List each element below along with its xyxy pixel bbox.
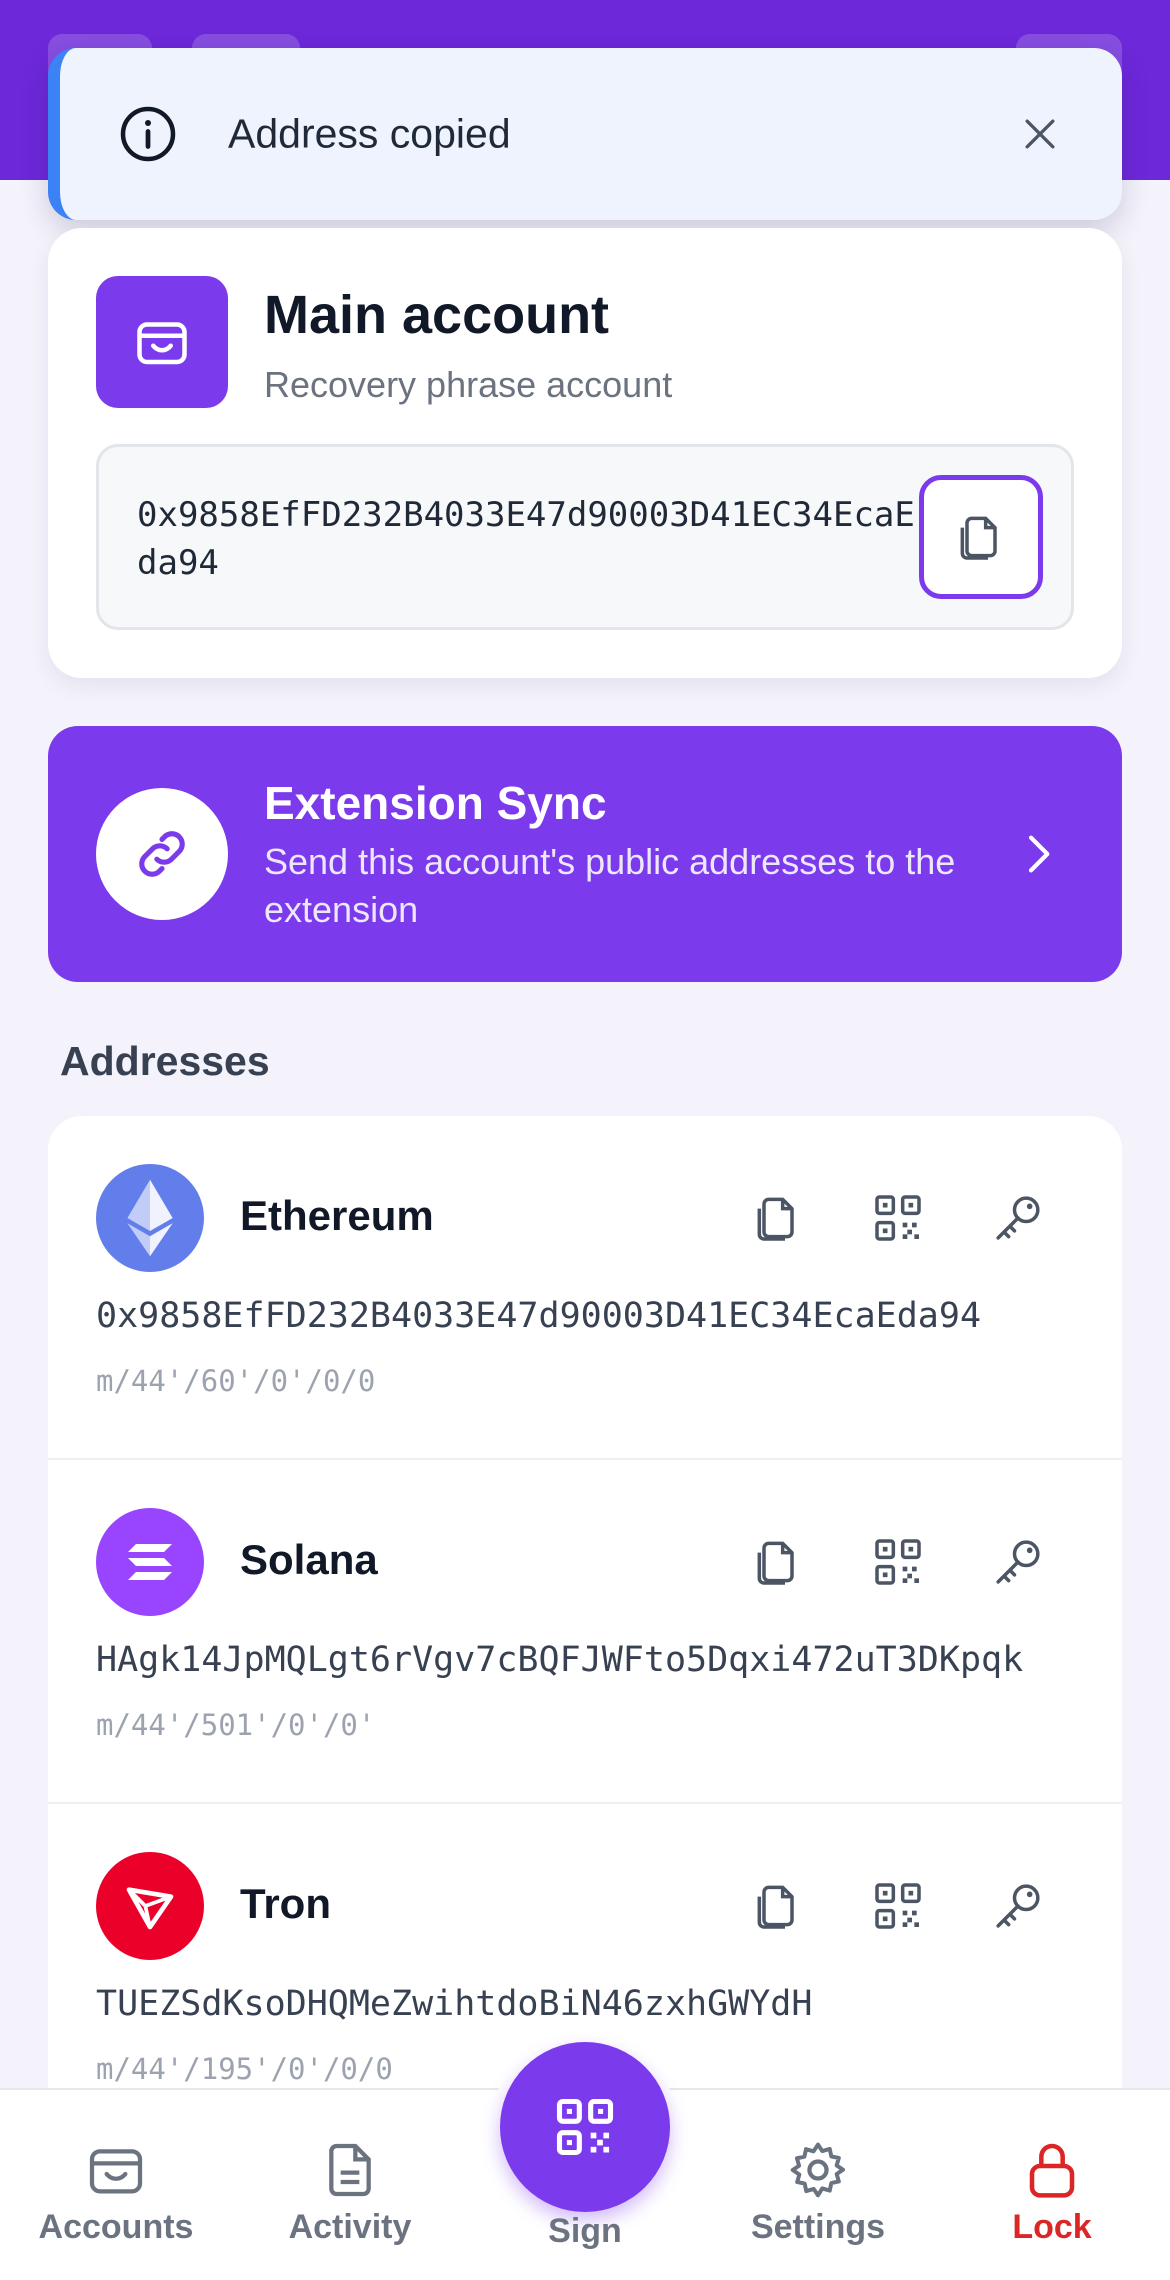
sync-icon-circle [96, 788, 228, 920]
lock-icon [1029, 2143, 1075, 2198]
account-address-box: 0x9858EfFD232B4033E47d90003D41EC34EcaEda… [96, 444, 1074, 630]
nav-settings[interactable]: Settings [718, 2090, 918, 2280]
qr-code-icon[interactable] [870, 1878, 926, 1934]
address-row-ethereum: Ethereum 0x9858EfFD232B4033E47d90003D41E… [48, 1116, 1122, 1460]
wallet-icon [137, 322, 187, 365]
wallet-icon [89, 2149, 143, 2194]
addresses-section-title: Addresses [60, 1038, 270, 1084]
key-icon[interactable] [990, 1190, 1046, 1246]
ethereum-icon [96, 1164, 204, 1272]
copy-icon [960, 516, 997, 560]
account-card: Main account Recovery phrase account 0x9… [48, 228, 1122, 678]
nav-settings-label: Settings [750, 2208, 886, 2246]
nav-activity-label: Activity [288, 2208, 412, 2246]
sign-button[interactable] [500, 2042, 670, 2212]
qr-code-icon[interactable] [870, 1190, 926, 1246]
toast-message: Address copied [228, 110, 511, 157]
account-name: Main account [264, 285, 610, 345]
solana-icon [96, 1508, 204, 1616]
nav-lock-label: Lock [1012, 2208, 1092, 2246]
sync-title: Extension Sync [264, 777, 607, 829]
app-screen: Address copied Main account Recovery phr… [0, 0, 1170, 2280]
gear-icon [790, 2142, 846, 2198]
toast-notification: Address copied [48, 48, 1122, 220]
copy-icon[interactable] [750, 1534, 806, 1590]
nav-accounts-label: Accounts [38, 2208, 194, 2246]
address-value: 0x9858EfFD232B4033E47d90003D41EC34EcaEda… [96, 1296, 982, 1336]
sync-description: Send this account's public addresses to … [264, 841, 956, 930]
qr-code-icon[interactable] [870, 1534, 926, 1590]
coin-name: Solana [240, 1536, 378, 1583]
coin-name: Ethereum [240, 1192, 434, 1239]
account-avatar [96, 276, 228, 408]
qr-code-icon [556, 2098, 614, 2156]
nav-lock[interactable]: Lock [952, 2090, 1152, 2280]
nav-accounts[interactable]: Accounts [16, 2090, 216, 2280]
link-icon [139, 831, 185, 877]
address-row-solana: Solana HAgk14JpMQLgt6rVgv7cBQFJWFto5Dqxi… [48, 1460, 1122, 1804]
nav-sign-label: Sign [548, 2212, 622, 2250]
document-icon [329, 2143, 371, 2197]
derivation-path: m/44'/60'/0'/0/0 [96, 1364, 376, 1398]
extension-sync-button[interactable]: Extension Sync Send this account's publi… [48, 726, 1122, 982]
nav-activity[interactable]: Activity [250, 2090, 450, 2280]
info-icon [120, 106, 176, 162]
derivation-path: m/44'/501'/0'/0' [96, 1708, 376, 1742]
account-type: Recovery phrase account [264, 364, 673, 405]
close-icon[interactable] [1018, 112, 1062, 156]
chevron-right-icon [1028, 835, 1050, 873]
address-value: HAgk14JpMQLgt6rVgv7cBQFJWFto5Dqxi472uT3D… [96, 1640, 1024, 1680]
address-value: TUEZSdKsoDHQMeZwihtdoBiN46zxhGWYdH [96, 1984, 813, 2024]
copy-icon[interactable] [750, 1878, 806, 1934]
coin-name: Tron [240, 1880, 331, 1927]
key-icon[interactable] [990, 1534, 1046, 1590]
tron-icon [96, 1852, 204, 1960]
key-icon[interactable] [990, 1878, 1046, 1934]
copy-icon[interactable] [750, 1190, 806, 1246]
derivation-path: m/44'/195'/0'/0/0 [96, 2052, 393, 2086]
copy-address-button[interactable] [919, 475, 1043, 599]
account-address: 0x9858EfFD232B4033E47d90003D41EC34EcaEda… [137, 495, 915, 583]
